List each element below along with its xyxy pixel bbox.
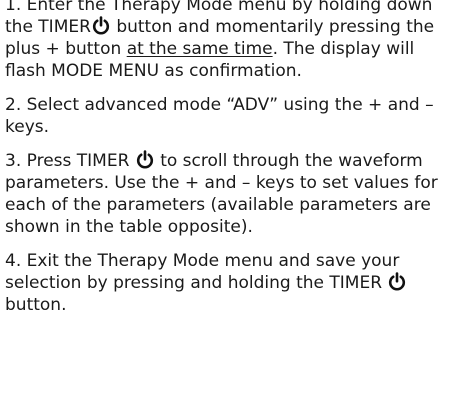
step-3: 3. Press TIMER to scroll through the wav… bbox=[5, 150, 453, 238]
step-4-text-a: 4. Exit the Therapy Mode menu and save y… bbox=[5, 251, 400, 293]
step-4-text-b: button. bbox=[5, 295, 67, 315]
power-icon bbox=[136, 150, 154, 169]
power-icon bbox=[92, 16, 110, 35]
instruction-steps: 1. Enter the Therapy Mode menu by holdin… bbox=[5, 0, 453, 328]
step-1: 1. Enter the Therapy Mode menu by holdin… bbox=[5, 0, 453, 82]
step-2-text: 2. Select advanced mode “ADV” using the … bbox=[5, 95, 434, 137]
step-3-text-a: 3. Press TIMER bbox=[5, 151, 130, 171]
power-icon bbox=[388, 272, 406, 291]
step-4: 4. Exit the Therapy Mode menu and save y… bbox=[5, 250, 453, 316]
step-2: 2. Select advanced mode “ADV” using the … bbox=[5, 94, 453, 138]
step-1-underlined: at the same time bbox=[126, 39, 273, 59]
